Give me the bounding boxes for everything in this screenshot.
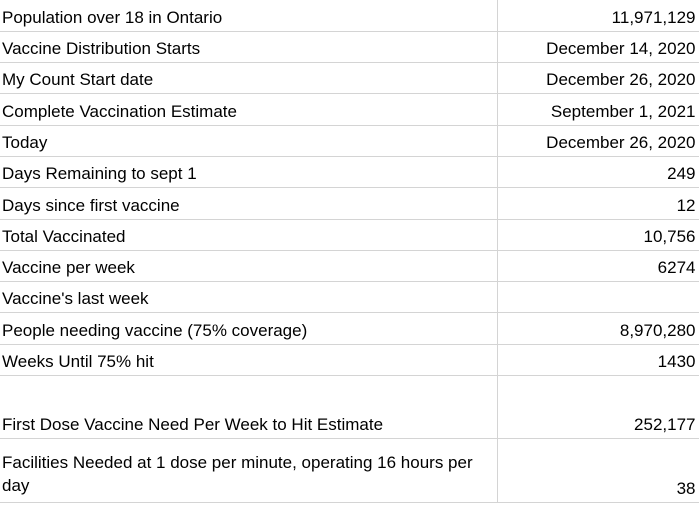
row-value-cell[interactable]: 252,177 [497, 375, 699, 440]
row-value-cell[interactable]: September 1, 2021 [497, 93, 699, 126]
row-value-cell[interactable]: 6274 [497, 250, 699, 283]
row-label-cell[interactable]: Vaccine Distribution Starts [0, 31, 498, 64]
row-value-cell[interactable]: 11,971,129 [497, 0, 699, 32]
row-value-cell[interactable]: December 14, 2020 [497, 31, 699, 64]
table-row[interactable]: Complete Vaccination Estimate September 1… [0, 93, 699, 126]
row-value-cell[interactable] [497, 281, 699, 314]
table-row[interactable]: First Dose Vaccine Need Per Week to Hit … [0, 375, 699, 440]
table-row[interactable]: Facilities Needed at 1 dose per minute, … [0, 438, 699, 504]
row-label-cell[interactable]: Vaccine's last week [0, 281, 498, 314]
row-value-cell[interactable]: 1430 [497, 344, 699, 377]
row-value-cell[interactable]: 8,970,280 [497, 312, 699, 345]
row-value-cell[interactable]: 249 [497, 156, 699, 189]
row-value-cell[interactable]: 38 [497, 438, 699, 504]
table-row[interactable]: Vaccine Distribution Starts December 14, … [0, 31, 699, 64]
row-label-cell[interactable]: My Count Start date [0, 62, 498, 95]
row-label-cell[interactable]: First Dose Vaccine Need Per Week to Hit … [0, 375, 498, 440]
table-row[interactable]: Population over 18 in Ontario 11,971,129 [0, 0, 699, 32]
row-value-cell[interactable]: 12 [497, 187, 699, 220]
table-row[interactable]: Days since first vaccine 12 [0, 187, 699, 220]
row-value-cell[interactable]: December 26, 2020 [497, 125, 699, 157]
row-label-cell[interactable]: Days Remaining to sept 1 [0, 156, 498, 189]
table-row[interactable]: My Count Start date December 26, 2020 [0, 62, 699, 95]
table-row[interactable]: Vaccine's last week [0, 281, 699, 314]
row-label-cell[interactable]: Total Vaccinated [0, 219, 498, 251]
row-label-cell[interactable]: Days since first vaccine [0, 187, 498, 220]
row-label-cell[interactable]: Weeks Until 75% hit [0, 344, 498, 377]
row-label-cell[interactable]: People needing vaccine (75% coverage) [0, 312, 498, 345]
row-label-cell[interactable]: Facilities Needed at 1 dose per minute, … [0, 438, 498, 504]
table-row[interactable]: Weeks Until 75% hit 1430 [0, 344, 699, 377]
row-label-cell[interactable]: Population over 18 in Ontario [0, 0, 498, 32]
table-row[interactable]: Today December 26, 2020 [0, 125, 699, 157]
table-row[interactable]: Total Vaccinated 10,756 [0, 219, 699, 251]
table-row[interactable]: Vaccine per week 6274 [0, 250, 699, 283]
table-row[interactable]: Days Remaining to sept 1 249 [0, 156, 699, 189]
row-value-cell[interactable]: December 26, 2020 [497, 62, 699, 95]
row-value-cell[interactable]: 10,756 [497, 219, 699, 251]
row-label-cell[interactable]: Complete Vaccination Estimate [0, 93, 498, 126]
data-grid: Population over 18 in Ontario 11,971,129 V… [0, 0, 699, 504]
row-label-cell[interactable]: Today [0, 125, 498, 157]
row-label-cell[interactable]: Vaccine per week [0, 250, 498, 283]
table-row[interactable]: People needing vaccine (75% coverage) 8,9… [0, 312, 699, 345]
spreadsheet-canvas: Population over 18 in Ontario 11,971,129 V… [0, 0, 699, 513]
